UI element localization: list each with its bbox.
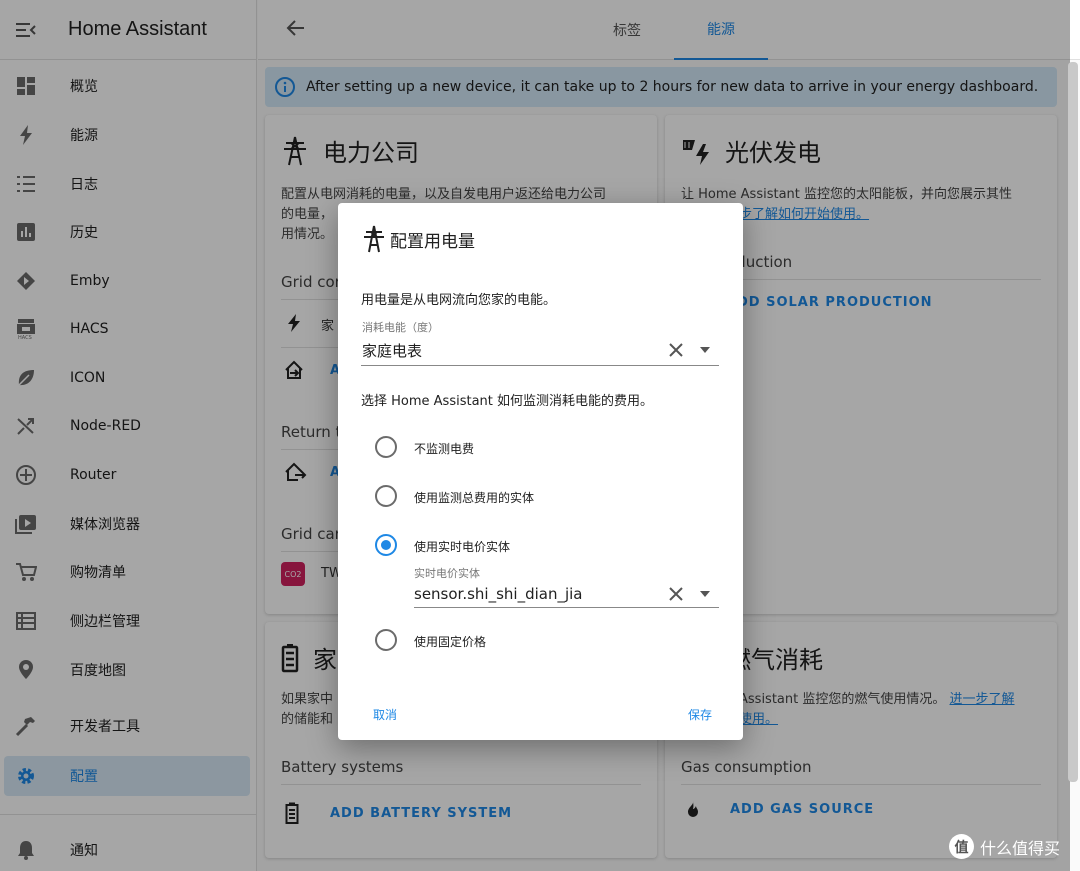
page-scrollbar[interactable] <box>1068 62 1078 782</box>
radio-label: 使用监测总费用的实体 <box>414 491 535 505</box>
radio-price-entity[interactable] <box>375 534 397 556</box>
configure-consumption-dialog: 配置用电量 用电量是从电网流向您家的电能。 消耗电能（度） 家庭电表 选择 Ho… <box>338 203 743 740</box>
chevron-down-icon[interactable] <box>700 591 710 597</box>
price-field-label: 实时电价实体 <box>414 567 480 580</box>
energy-field-label: 消耗电能（度） <box>362 321 439 334</box>
radio-label: 使用实时电价实体 <box>414 540 511 554</box>
cancel-button[interactable]: 取消 <box>373 706 397 723</box>
radio-cost-entity[interactable] <box>375 485 397 507</box>
dialog-intro: 用电量是从电网流向您家的电能。 <box>361 293 557 308</box>
price-field-value: sensor.shi_shi_dian_jia <box>414 585 583 603</box>
chevron-down-icon[interactable] <box>700 347 710 353</box>
energy-field-value: 家庭电表 <box>362 342 423 360</box>
site-watermark: 值 什么值得买 <box>949 834 1060 859</box>
field-underline <box>414 607 719 608</box>
clear-icon[interactable] <box>668 586 684 602</box>
radio-no-cost[interactable] <box>375 436 397 458</box>
cost-question: 选择 Home Assistant 如何监测消耗电能的费用。 <box>361 394 654 409</box>
watermark-logo: 值 <box>949 834 974 859</box>
save-button[interactable]: 保存 <box>688 706 712 723</box>
field-underline <box>361 365 719 366</box>
watermark-text: 什么值得买 <box>980 838 1061 858</box>
radio-label: 不监测电费 <box>414 442 475 456</box>
clear-icon[interactable] <box>668 342 684 358</box>
dialog-title: 配置用电量 <box>362 225 475 253</box>
radio-label: 使用固定价格 <box>414 635 487 649</box>
transmission-tower-icon <box>362 225 386 253</box>
radio-fixed-price[interactable] <box>375 629 397 651</box>
